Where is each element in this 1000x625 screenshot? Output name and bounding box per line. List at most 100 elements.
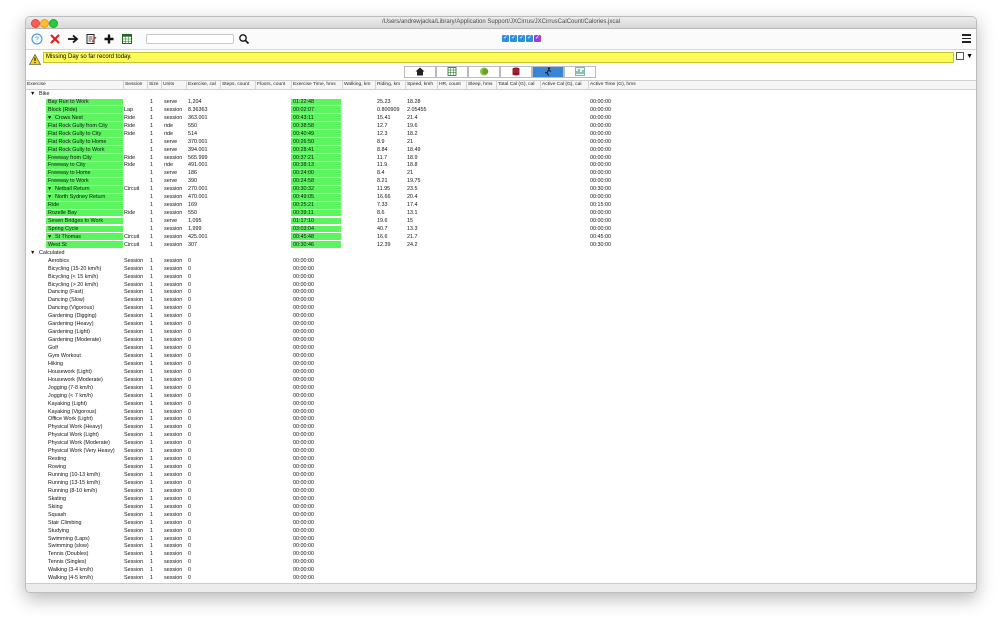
message-checkbox[interactable] bbox=[956, 52, 965, 61]
table-row[interactable]: Bay Run to Work 1 serve 1,204 01:22:48 25.23 1… bbox=[26, 98, 976, 106]
table-row[interactable]: Office Work (Light) Session 1 session 0 00:00… bbox=[26, 415, 976, 423]
col-size[interactable]: Size bbox=[147, 81, 161, 89]
add-icon[interactable] bbox=[103, 33, 115, 45]
table-row[interactable]: Housework (Light) Session 1 session 0 00:00:0… bbox=[26, 368, 976, 376]
table-row[interactable]: Stair Climbing Session 1 session 0 00:00:00 bbox=[26, 519, 976, 527]
table-row[interactable]: Physical Work (Light) Session 1 session 0 00:… bbox=[26, 431, 976, 439]
table-row[interactable]: Kayaking (Vigorous) Session 1 session 0 00:00… bbox=[26, 408, 976, 416]
col-exercise-time[interactable]: Exercise Time, hms bbox=[291, 81, 342, 89]
table-row[interactable]: Flat Rock Gully to City Ride 1 ride 514 00:40… bbox=[26, 130, 976, 138]
table-row[interactable]: Studying Session 1 session 0 00:00:00 bbox=[26, 527, 976, 535]
group-row-bike[interactable]: ▼ Bike bbox=[26, 90, 976, 98]
disclosure-triangle-icon[interactable]: ▼ bbox=[30, 90, 35, 98]
table-row[interactable]: Flat Rock Gully to Home 1 serve 370.001 00:2… bbox=[26, 138, 976, 146]
table-row[interactable]: Freeway from City Ride 1 session 565.999 00:3… bbox=[26, 154, 976, 162]
database-tab-icon[interactable] bbox=[500, 66, 532, 78]
table-row[interactable]: Swimming (slow) Session 1 session 0 00:00:00 bbox=[26, 542, 976, 550]
col-floors[interactable]: Floors, count bbox=[255, 81, 291, 89]
table-row[interactable]: Gym Workout Session 1 session 0 00:00:00 bbox=[26, 352, 976, 360]
table-row[interactable]: Dancing (Fast) Session 1 session 0 00:00:00 bbox=[26, 288, 976, 296]
col-riding[interactable]: Riding, km bbox=[375, 81, 405, 89]
table-row[interactable]: Flat Rock Gully to Work 1 serve 394.001 00:2… bbox=[26, 146, 976, 154]
table-row[interactable]: Swimming (Laps) Session 1 session 0 00:00:00 bbox=[26, 535, 976, 543]
table-row[interactable]: Dancing (Slow) Session 1 session 0 00:00:00 bbox=[26, 296, 976, 304]
table-row[interactable]: Hiking Session 1 session 0 00:00:00 bbox=[26, 360, 976, 368]
table-row[interactable]: Rozelle Bay Ride 1 session 550 00:39:11 8.6 13.… bbox=[26, 209, 976, 217]
col-steps[interactable]: Steps, count bbox=[220, 81, 255, 89]
table-row[interactable]: Housework (Moderate) Session 1 session 0 00:0… bbox=[26, 376, 976, 384]
table-row[interactable]: Bicycling (15-20 km/h) Session 1 session 0 00… bbox=[26, 265, 976, 273]
col-active-cal[interactable]: Active Cal (G), cal bbox=[540, 81, 588, 89]
menu-icon[interactable] bbox=[962, 34, 971, 45]
table-row[interactable]: Physical Work (Heavy) Session 1 session 0 00:… bbox=[26, 423, 976, 431]
edit-clipboard-icon[interactable] bbox=[85, 33, 97, 45]
table-row[interactable]: Kayaking (Light) Session 1 session 0 00:00:00 bbox=[26, 400, 976, 408]
table-row[interactable]: Gardening (Digging) Session 1 session 0 00:00… bbox=[26, 312, 976, 320]
table-row[interactable]: ♥ St Thomas Circuit 1 session 425.001 00:45:48… bbox=[26, 233, 976, 241]
table-row[interactable]: Rowing Session 1 session 0 00:00:00 bbox=[26, 463, 976, 471]
table-row[interactable]: West St Circuit 1 session 307 00:30:46 12.39 24… bbox=[26, 241, 976, 249]
toggle-checkbox-1[interactable]: ✓ bbox=[502, 35, 509, 42]
col-walking[interactable]: Walking, km bbox=[342, 81, 375, 89]
table-row[interactable]: Bicycling (< 15 km/h) Session 1 session 0 00:… bbox=[26, 273, 976, 281]
table-row[interactable]: ♥ Crows Nest Ride 1 session 363.001 00:43:11 15… bbox=[26, 114, 976, 122]
home-tab-icon[interactable] bbox=[404, 66, 436, 78]
chart-tab-icon[interactable] bbox=[564, 66, 596, 78]
table-row[interactable]: Gardening (Light) Session 1 session 0 00:00:0… bbox=[26, 328, 976, 336]
table-row[interactable]: Flat Rock Gully from City Ride 1 ride 550 00:… bbox=[26, 122, 976, 130]
table-row[interactable]: Aerobics Session 1 session 0 00:00:00 bbox=[26, 257, 976, 265]
col-sleep[interactable]: Sleep, hms bbox=[466, 81, 496, 89]
fruit-tab-icon[interactable] bbox=[468, 66, 500, 78]
search-icon[interactable] bbox=[238, 33, 250, 45]
table-row[interactable]: Spring Cycle 1 session 1,999 03:03:04 40.7 13.… bbox=[26, 225, 976, 233]
exercise-tab-icon[interactable] bbox=[532, 66, 564, 78]
table-row[interactable]: Running (10-13 km/h) Session 1 session 0 00:0… bbox=[26, 471, 976, 479]
table-row[interactable]: Golf Session 1 session 0 00:00:00 bbox=[26, 344, 976, 352]
table-row[interactable]: Running (8-10 km/h) Session 1 session 0 00:00… bbox=[26, 487, 976, 495]
table-row[interactable]: Jogging (< 7 km/h) Session 1 session 0 00:00:… bbox=[26, 392, 976, 400]
delete-icon[interactable] bbox=[49, 33, 61, 45]
toggle-checkbox-2[interactable]: ✓ bbox=[510, 35, 517, 42]
table-row[interactable]: Gardening (Heavy) Session 1 session 0 00:00:0… bbox=[26, 320, 976, 328]
col-session[interactable]: Session bbox=[123, 81, 147, 89]
col-exercise-cal[interactable]: Exercise, cal bbox=[186, 81, 220, 89]
toggle-checkbox-4[interactable]: ✓ bbox=[526, 35, 533, 42]
disclosure-triangle-icon[interactable]: ▼ bbox=[30, 249, 35, 257]
calendar-icon[interactable] bbox=[121, 33, 133, 45]
table-row[interactable]: Ride 1 session 169 00:25:21 7.33 17.4 00:15:00 bbox=[26, 201, 976, 209]
help-icon[interactable]: ? bbox=[31, 33, 43, 45]
table-row[interactable]: Freeway to Work 1 serve 390 00:24:58 8.21 19.7… bbox=[26, 177, 976, 185]
col-active-time[interactable]: Active Time (G), hms bbox=[588, 81, 648, 89]
table-row[interactable]: Dancing (Vigorous) Session 1 session 0 00:00:… bbox=[26, 304, 976, 312]
table-row[interactable]: Squash Session 1 session 0 00:00:00 bbox=[26, 511, 976, 519]
message-dropdown-icon[interactable]: ▼ bbox=[966, 53, 973, 60]
table-row[interactable]: Jogging (7-8 km/h) Session 1 session 0 00:00:… bbox=[26, 384, 976, 392]
table-row[interactable]: Seven Bridges to Work 1 serve 1,095 01:17:10… bbox=[26, 217, 976, 225]
col-units[interactable]: Units bbox=[161, 81, 186, 89]
table-row[interactable]: Skiing Session 1 session 0 00:00:00 bbox=[26, 503, 976, 511]
table-row[interactable]: Resting Session 1 session 0 00:00:00 bbox=[26, 455, 976, 463]
toggle-checkbox-3[interactable]: ✓ bbox=[518, 35, 525, 42]
table-row[interactable]: Freeway to City Ride 1 ride 491.001 00:38:13 1… bbox=[26, 161, 976, 169]
table-row[interactable]: Block (Ride) Lap 1 session 8.36363 00:02:07 0.… bbox=[26, 106, 976, 114]
table-row[interactable]: Bicycling (> 20 km/h) Session 1 session 0 00:… bbox=[26, 281, 976, 289]
table-row[interactable]: Skating Session 1 session 0 00:00:00 bbox=[26, 495, 976, 503]
col-speed[interactable]: Speed, kmh bbox=[405, 81, 437, 89]
col-exercise[interactable]: Exercise bbox=[26, 81, 123, 89]
table-row[interactable]: Freeway to Home 1 serve 186 00:24:00 8.4 21 00:… bbox=[26, 169, 976, 177]
table-row[interactable]: Physical Work (Very Heavy) Session 1 sessio… bbox=[26, 447, 976, 455]
group-row-calculated[interactable]: ▼ Calculated bbox=[26, 249, 976, 257]
table-row[interactable]: Running (13-15 km/h) Session 1 session 0 00:0… bbox=[26, 479, 976, 487]
table-row[interactable]: ♥ North Sydney Return 1 session 470.001 00:49… bbox=[26, 193, 976, 201]
table-row[interactable]: Walking (3-4 km/h) Session 1 session 0 00:00:… bbox=[26, 566, 976, 574]
table-row[interactable]: Gardening (Moderate) Session 1 session 0 00:0… bbox=[26, 336, 976, 344]
col-total-cal[interactable]: Total Cal (G), cal bbox=[496, 81, 540, 89]
table-row[interactable]: Tennis (Singles) Session 1 session 0 00:00:00 bbox=[26, 558, 976, 566]
col-hr[interactable]: HR, count bbox=[437, 81, 466, 89]
forward-arrow-icon[interactable] bbox=[67, 33, 79, 45]
search-input[interactable] bbox=[146, 34, 234, 44]
calendar-tab-icon[interactable] bbox=[436, 66, 468, 78]
table-row[interactable]: Physical Work (Moderate) Session 1 session 0… bbox=[26, 439, 976, 447]
table-row[interactable]: Tennis (Doubles) Session 1 session 0 00:00:00 bbox=[26, 550, 976, 558]
table-row[interactable]: Walking (4-5 km/h) Session 1 session 0 00:00:… bbox=[26, 574, 976, 582]
